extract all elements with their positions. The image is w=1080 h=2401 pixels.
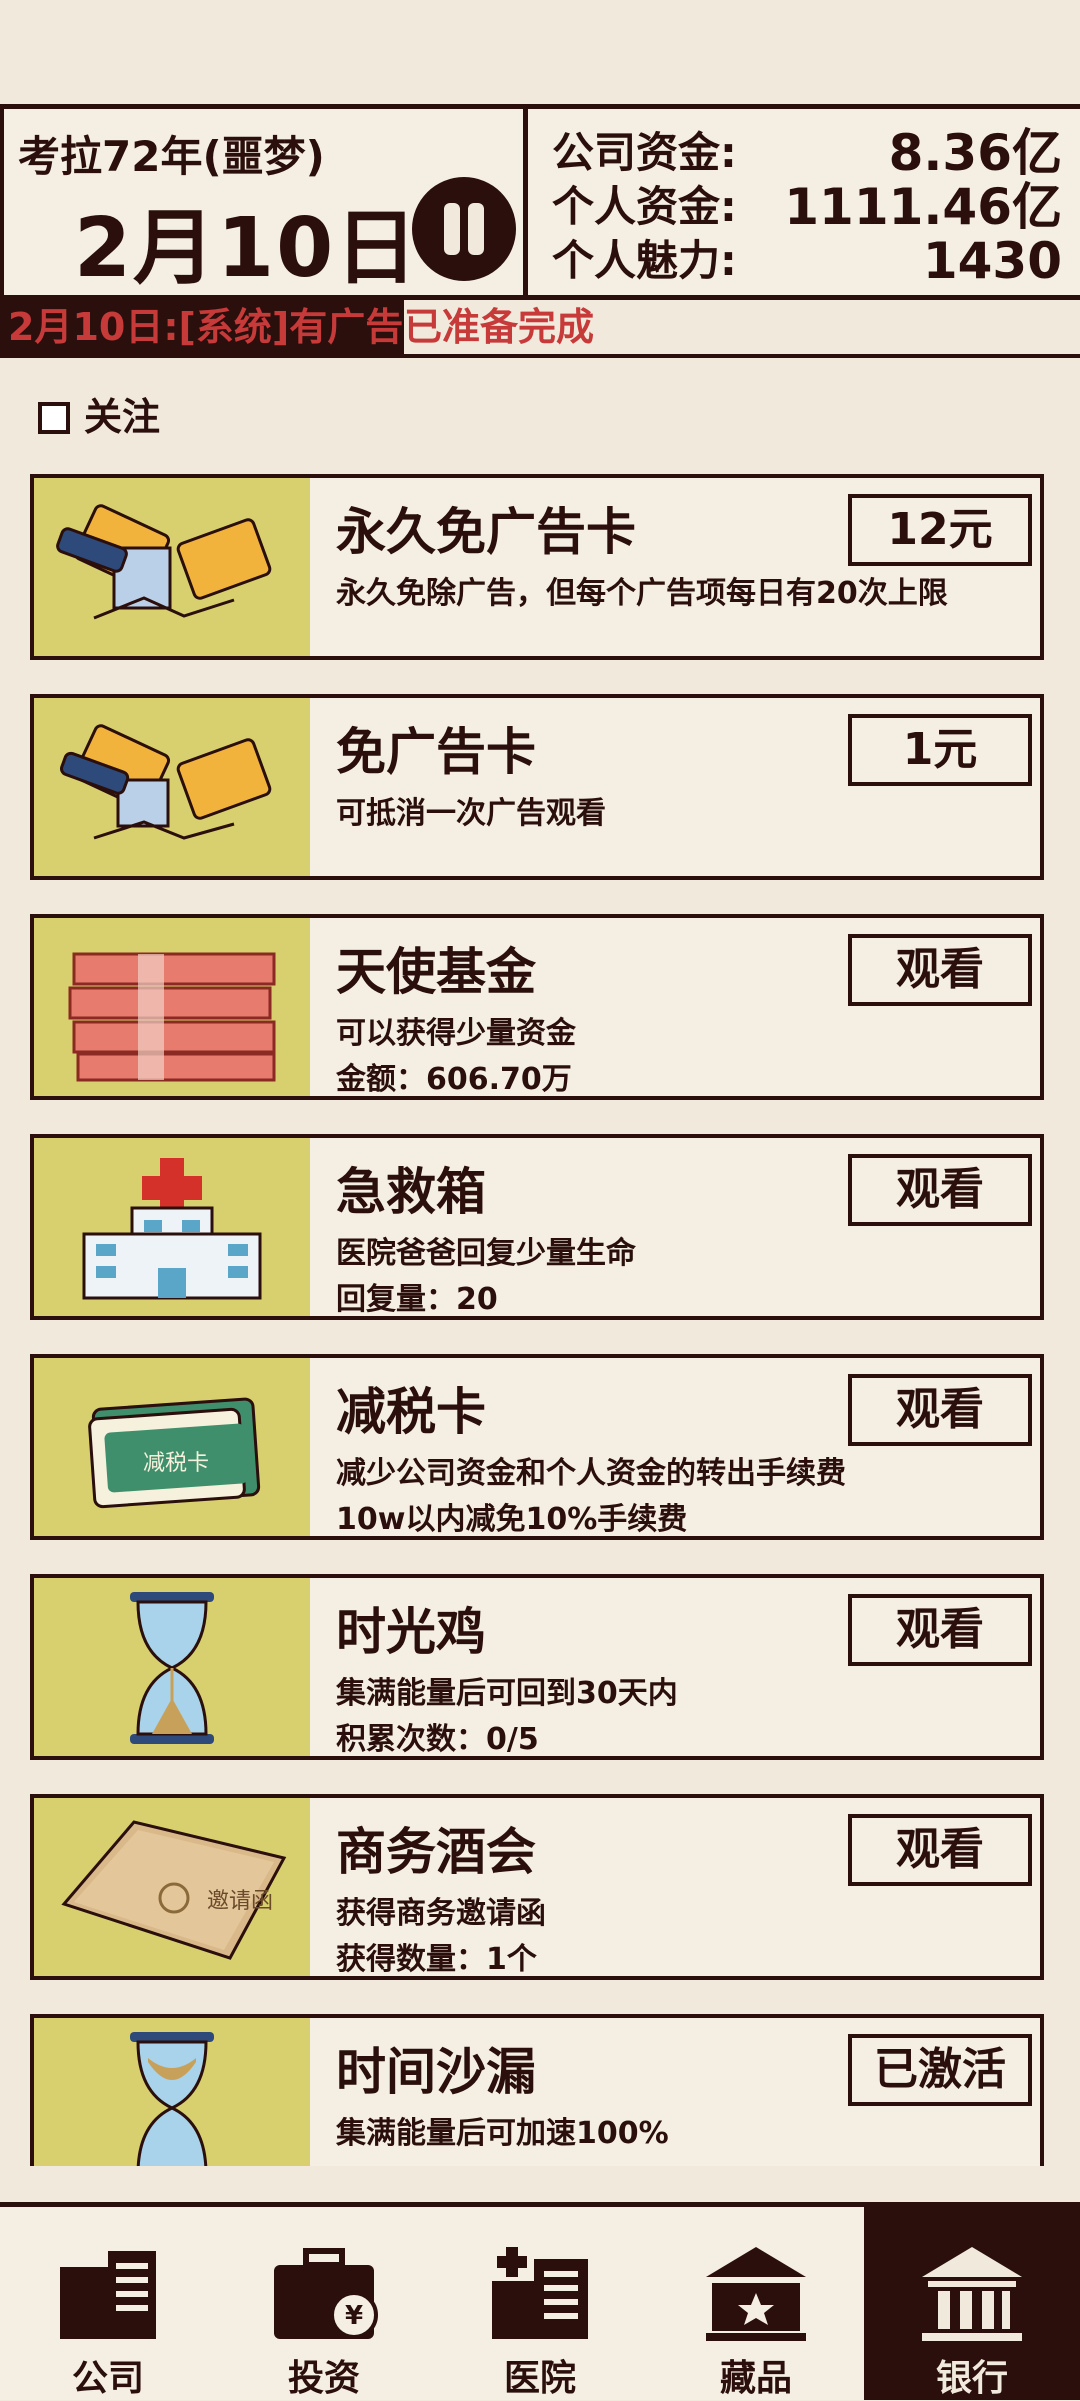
item-title: 永久免广告卡 — [336, 503, 636, 561]
buy-button[interactable]: 1元 — [848, 714, 1032, 786]
list-item: 减税卡 减税卡 减少公司资金和个人资金的转出手续费 10w以内减免10%手续费 … — [30, 1354, 1044, 1540]
svg-text:¥: ¥ — [345, 2301, 363, 2331]
hospital-icon — [34, 1138, 310, 1316]
personal-charm-value: 1430 — [922, 232, 1062, 290]
activated-button[interactable]: 已激活 — [848, 2034, 1032, 2106]
company-funds: 公司资金: 8.36亿 — [552, 127, 1062, 179]
year-label: 考拉72年(噩梦) — [18, 132, 325, 181]
watch-ad-button[interactable]: 观看 — [848, 934, 1032, 1006]
item-title: 时间沙漏 — [336, 2043, 536, 2101]
bank-icon — [918, 2243, 1026, 2343]
buy-button[interactable]: 12元 — [848, 494, 1032, 566]
tax-card-icon-text: 减税卡 — [143, 1451, 209, 1476]
item-amount: 金额：606.70万 — [336, 1062, 572, 1097]
personal-funds-label: 个人资金: — [552, 182, 737, 231]
tax-card-icon: 减税卡 — [34, 1358, 310, 1536]
personal-charm-label: 个人魅力: — [552, 236, 737, 285]
bottom-tab-bar: 公司 ¥ 投资 医院 藏品 银行 — [0, 2202, 1080, 2400]
watch-ad-button[interactable]: 观看 — [848, 1594, 1032, 1666]
tab-label: 投资 — [287, 2358, 360, 2399]
personal-funds-value: 1111.46亿 — [784, 178, 1062, 236]
item-title: 减税卡 — [336, 1383, 486, 1441]
company-funds-label: 公司资金: — [552, 128, 737, 177]
item-description: 获得商务邀请函 — [336, 1896, 546, 1931]
museum-star-icon — [702, 2243, 810, 2343]
item-amount: 10w以内减免10%手续费 — [336, 1502, 688, 1537]
item-description: 永久免除广告，但每个广告项每日有20次上限 — [336, 576, 948, 611]
watch-ad-button[interactable]: 观看 — [848, 1814, 1032, 1886]
tab-hospital[interactable]: 医院 — [432, 2207, 648, 2400]
tab-label: 医院 — [503, 2358, 576, 2399]
item-description: 减少公司资金和个人资金的转出手续费 — [336, 1456, 846, 1491]
item-title: 免广告卡 — [336, 723, 536, 781]
item-amount: 获得数量：1个 — [336, 1942, 537, 1977]
item-list[interactable]: 永久免广告卡 永久免除广告，但每个广告项每日有20次上限 12元 免广告卡 可抵… — [30, 474, 1044, 2166]
item-amount: 积累次数：0/5 — [336, 1722, 539, 1757]
tab-company[interactable]: 公司 — [0, 2207, 216, 2400]
company-funds-value: 8.36亿 — [888, 124, 1062, 182]
company-building-icon — [54, 2243, 162, 2343]
watch-ad-button[interactable]: 观看 — [848, 1374, 1032, 1446]
pause-button[interactable] — [412, 177, 516, 281]
list-item: 急救箱 医院爸爸回复少量生命 回复量：20 观看 — [30, 1134, 1044, 1320]
item-amount: 回复量：20 — [336, 1282, 498, 1317]
briefcase-yen-icon: ¥ — [270, 2243, 378, 2343]
item-description: 集满能量后可加速100% — [336, 2116, 669, 2151]
item-description: 可以获得少量资金 — [336, 1016, 576, 1051]
news-ticker: 2月10日:[系统]有广告 已准备完成 — [0, 300, 1080, 358]
tab-collection[interactable]: 藏品 — [648, 2207, 864, 2400]
personal-charm: 个人魅力: 1430 — [552, 235, 1062, 287]
tab-label: 公司 — [71, 2358, 144, 2399]
ticker-suffix: 已准备完成 — [404, 305, 595, 349]
money-stack-icon — [34, 918, 310, 1096]
item-title: 时光鸡 — [336, 1603, 486, 1661]
list-item: 免广告卡 可抵消一次广告观看 1元 — [30, 694, 1044, 880]
invitation-letter-icon: 邀请函 — [34, 1798, 310, 1976]
item-title: 急救箱 — [336, 1163, 486, 1221]
tab-invest[interactable]: ¥ 投资 — [216, 2207, 432, 2400]
tab-label: 银行 — [935, 2358, 1008, 2399]
tab-bank[interactable]: 银行 — [864, 2207, 1080, 2400]
ticker-prefix: 2月10日:[系统]有广告 — [0, 300, 404, 354]
item-description: 集满能量后可回到30天内 — [336, 1676, 678, 1711]
item-description: 医院爸爸回复少量生命 — [336, 1236, 636, 1271]
funds-panel: 公司资金: 8.36亿 个人资金: 1111.46亿 个人魅力: 1430 — [528, 109, 1080, 295]
status-header: 考拉72年(噩梦) 2月10日 公司资金: 8.36亿 个人资金: 1111.4… — [0, 104, 1080, 300]
item-title: 天使基金 — [336, 943, 536, 1001]
personal-funds: 个人资金: 1111.46亿 — [552, 181, 1062, 233]
follow-label: 关注 — [84, 395, 161, 439]
follow-checkbox[interactable]: 关注 — [38, 386, 160, 441]
current-date: 2月10日 — [74, 201, 420, 296]
watch-ad-button[interactable]: 观看 — [848, 1154, 1032, 1226]
hourglass-icon — [34, 1578, 310, 1756]
ad-card-icon — [34, 698, 310, 876]
pause-icon — [444, 203, 460, 255]
checkbox-icon — [38, 402, 70, 434]
item-title: 商务酒会 — [336, 1823, 536, 1881]
pause-icon-bar — [468, 203, 484, 255]
list-item: 邀请函 商务酒会 获得商务邀请函 获得数量：1个 观看 — [30, 1794, 1044, 1980]
list-item: 天使基金 可以获得少量资金 金额：606.70万 观看 — [30, 914, 1044, 1100]
item-description: 可抵消一次广告观看 — [336, 796, 606, 831]
list-item: 永久免广告卡 永久免除广告，但每个广告项每日有20次上限 12元 — [30, 474, 1044, 660]
hourglass-icon — [34, 2018, 310, 2166]
hospital-building-icon — [486, 2243, 594, 2343]
tab-label: 藏品 — [719, 2358, 792, 2399]
list-item: 时间沙漏 集满能量后可加速100% 已激活 — [30, 2014, 1044, 2166]
invitation-icon-text: 邀请函 — [207, 1889, 273, 1914]
date-panel: 考拉72年(噩梦) 2月10日 — [0, 109, 528, 296]
ad-card-permanent-icon — [34, 478, 310, 656]
list-item: 时光鸡 集满能量后可回到30天内 积累次数：0/5 观看 — [30, 1574, 1044, 1760]
